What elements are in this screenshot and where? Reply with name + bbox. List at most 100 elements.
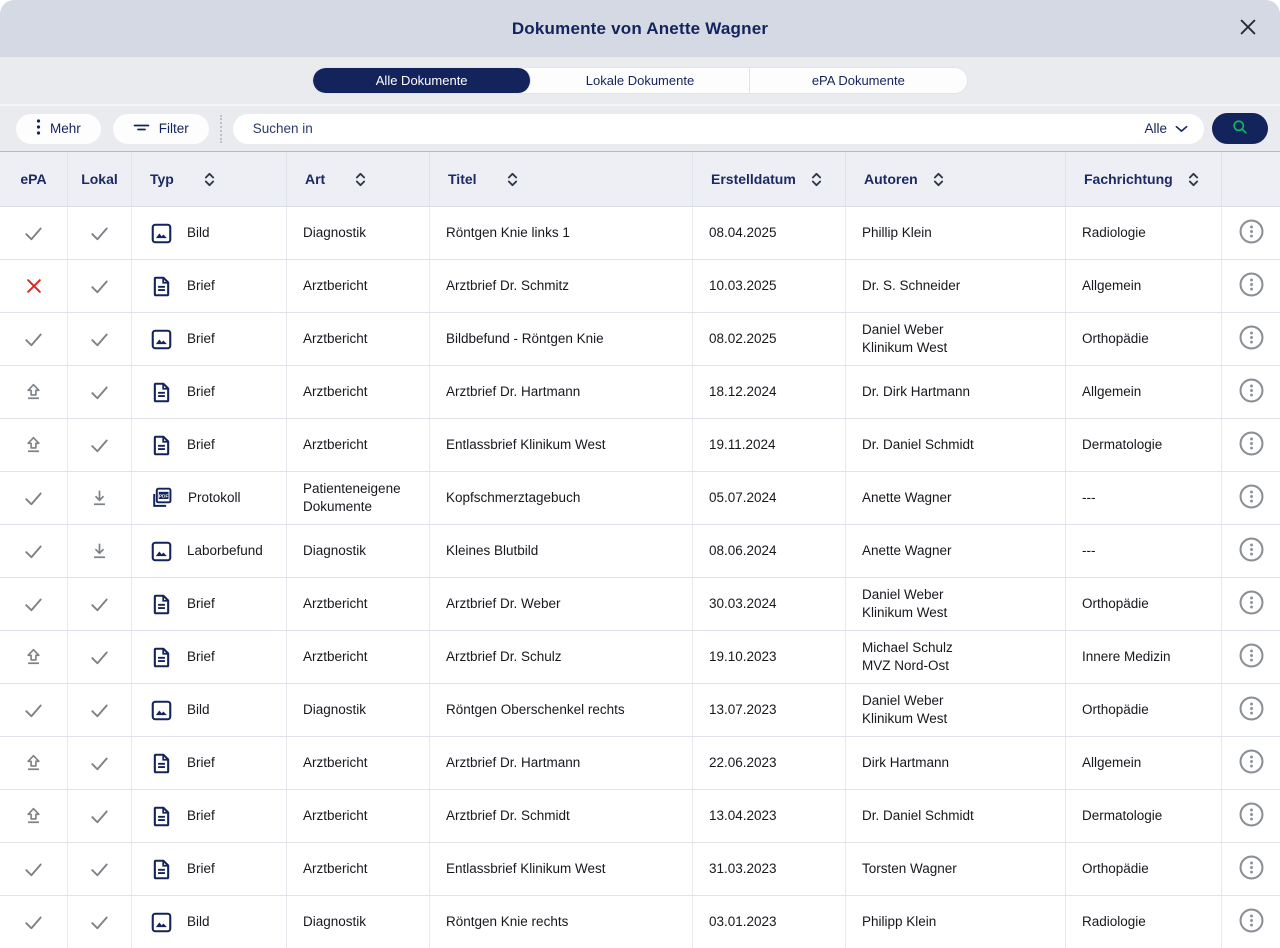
- cell-titel: Arztbrief Dr. Schmitz: [430, 260, 693, 312]
- row-actions-button[interactable]: [1236, 269, 1267, 303]
- close-button[interactable]: [1232, 13, 1264, 45]
- tab-epa-dokumente[interactable]: ePA Dokumente: [750, 68, 967, 93]
- column-header-titel[interactable]: Titel: [430, 152, 693, 206]
- cell-titel: Bildbefund - Röntgen Knie: [430, 313, 693, 365]
- table-row[interactable]: Bild Diagnostik Röntgen Knie links 1 08.…: [0, 207, 1280, 260]
- row-actions-button[interactable]: [1236, 481, 1267, 515]
- column-header-typ[interactable]: Typ: [132, 152, 287, 206]
- column-header-art[interactable]: Art: [287, 152, 430, 206]
- more-button[interactable]: Mehr: [16, 114, 101, 144]
- cell-erstelldatum: 30.03.2024: [693, 578, 846, 630]
- check-icon: [22, 858, 45, 881]
- sort-icon[interactable]: [204, 171, 215, 188]
- table-row[interactable]: Brief Arztbericht Arztbrief Dr. Schmitz …: [0, 260, 1280, 313]
- sort-icon[interactable]: [811, 171, 822, 188]
- column-header-fachrichtung[interactable]: Fachrichtung: [1066, 152, 1222, 206]
- cell-titel: Entlassbrief Klinikum West: [430, 843, 693, 895]
- table-row[interactable]: Brief Arztbericht Arztbrief Dr. Hartmann…: [0, 737, 1280, 790]
- sort-icon[interactable]: [355, 171, 366, 188]
- row-actions-button[interactable]: [1236, 852, 1267, 886]
- check-icon: [88, 222, 111, 245]
- titel-label: Arztbrief Dr. Schulz: [446, 648, 562, 666]
- fachrichtung-label: Orthopädie: [1082, 701, 1149, 719]
- row-actions-button[interactable]: [1236, 799, 1267, 833]
- document-icon: [149, 645, 174, 670]
- image-icon: [149, 698, 174, 723]
- cell-typ: Brief: [132, 366, 287, 418]
- row-actions-button[interactable]: [1236, 905, 1267, 939]
- row-actions-button[interactable]: [1236, 428, 1267, 462]
- author-line: Phillip Klein: [862, 224, 932, 242]
- document-tabs: Alle Dokumente Lokale Dokumente ePA Doku…: [312, 67, 968, 94]
- tab-lokale-dokumente[interactable]: Lokale Dokumente: [531, 68, 749, 93]
- table-row[interactable]: Bild Diagnostik Röntgen Oberschenkel rec…: [0, 684, 1280, 737]
- cell-lokal: [68, 260, 132, 312]
- table-row[interactable]: Brief Arztbericht Arztbrief Dr. Schulz 1…: [0, 631, 1280, 684]
- sort-icon[interactable]: [933, 171, 944, 188]
- art-label: Arztbericht: [303, 436, 368, 454]
- more-options-icon: [1236, 269, 1267, 303]
- table-row[interactable]: Brief Arztbericht Arztbrief Dr. Weber 30…: [0, 578, 1280, 631]
- cell-typ: Brief: [132, 313, 287, 365]
- sort-icon[interactable]: [507, 171, 518, 188]
- cell-erstelldatum: 18.12.2024: [693, 366, 846, 418]
- cell-epa: [0, 419, 68, 471]
- column-header-actions: [1222, 152, 1280, 206]
- typ-label: Brief: [187, 754, 215, 772]
- fachrichtung-label: Allgemein: [1082, 754, 1141, 772]
- table-row[interactable]: Brief Arztbericht Entlassbrief Klinikum …: [0, 419, 1280, 472]
- erstelldatum-label: 31.03.2023: [709, 860, 777, 878]
- column-header-epa: ePA: [0, 152, 68, 206]
- table-row[interactable]: Laborbefund Diagnostik Kleines Blutbild …: [0, 525, 1280, 578]
- filter-button[interactable]: Filter: [113, 114, 209, 144]
- row-actions-button[interactable]: [1236, 534, 1267, 568]
- cell-actions: [1222, 631, 1280, 683]
- table-row[interactable]: Brief Arztbericht Arztbrief Dr. Schmidt …: [0, 790, 1280, 843]
- search-button[interactable]: [1212, 113, 1268, 144]
- erstelldatum-label: 18.12.2024: [709, 383, 777, 401]
- erstelldatum-label: 30.03.2024: [709, 595, 777, 613]
- toolbar: Mehr Filter Alle: [0, 104, 1280, 151]
- image-icon: [149, 539, 174, 564]
- cell-autoren: Dr. Daniel Schmidt: [846, 790, 1066, 842]
- author-line: Daniel Weber: [862, 586, 944, 604]
- more-options-icon: [1236, 375, 1267, 409]
- typ-label: Brief: [187, 330, 215, 348]
- table-row[interactable]: PDF Protokoll Patienteneigene Dokumente …: [0, 472, 1280, 525]
- cell-titel: Arztbrief Dr. Schulz: [430, 631, 693, 683]
- table-row[interactable]: Brief Arztbericht Entlassbrief Klinikum …: [0, 843, 1280, 896]
- sort-icon[interactable]: [1188, 171, 1199, 188]
- column-header-erstelldatum[interactable]: Erstelldatum: [693, 152, 846, 206]
- row-actions-button[interactable]: [1236, 375, 1267, 409]
- author-line: Daniel Weber: [862, 692, 944, 710]
- table-row[interactable]: Brief Arztbericht Arztbrief Dr. Hartmann…: [0, 366, 1280, 419]
- tab-alle-dokumente[interactable]: Alle Dokumente: [313, 68, 531, 93]
- search-input[interactable]: [251, 120, 1143, 137]
- check-icon: [22, 540, 45, 563]
- cell-erstelldatum: 03.01.2023: [693, 896, 846, 948]
- cell-actions: [1222, 684, 1280, 736]
- row-actions-button[interactable]: [1236, 322, 1267, 356]
- more-options-icon: [1236, 905, 1267, 939]
- cell-art: Arztbericht: [287, 260, 430, 312]
- erstelldatum-label: 19.11.2024: [709, 436, 776, 454]
- art-label: Diagnostik: [303, 913, 366, 931]
- table-row[interactable]: Brief Arztbericht Bildbefund - Röntgen K…: [0, 313, 1280, 366]
- search-scope-dropdown[interactable]: Alle: [1142, 121, 1190, 136]
- row-actions-button[interactable]: [1236, 216, 1267, 250]
- author-line: Klinikum West: [862, 604, 947, 622]
- fachrichtung-label: Radiologie: [1082, 913, 1146, 931]
- cell-lokal: [68, 737, 132, 789]
- table-row[interactable]: Bild Diagnostik Röntgen Knie rechts 03.0…: [0, 896, 1280, 948]
- column-header-autoren[interactable]: Autoren: [846, 152, 1066, 206]
- erstelldatum-label: 22.06.2023: [709, 754, 777, 772]
- row-actions-button[interactable]: [1236, 587, 1267, 621]
- row-actions-button[interactable]: [1236, 746, 1267, 780]
- author-line: Daniel Weber: [862, 321, 944, 339]
- row-actions-button[interactable]: [1236, 693, 1267, 727]
- erstelldatum-label: 19.10.2023: [709, 648, 777, 666]
- cell-art: Diagnostik: [287, 896, 430, 948]
- check-icon: [88, 646, 111, 669]
- row-actions-button[interactable]: [1236, 640, 1267, 674]
- cell-titel: Arztbrief Dr. Schmidt: [430, 790, 693, 842]
